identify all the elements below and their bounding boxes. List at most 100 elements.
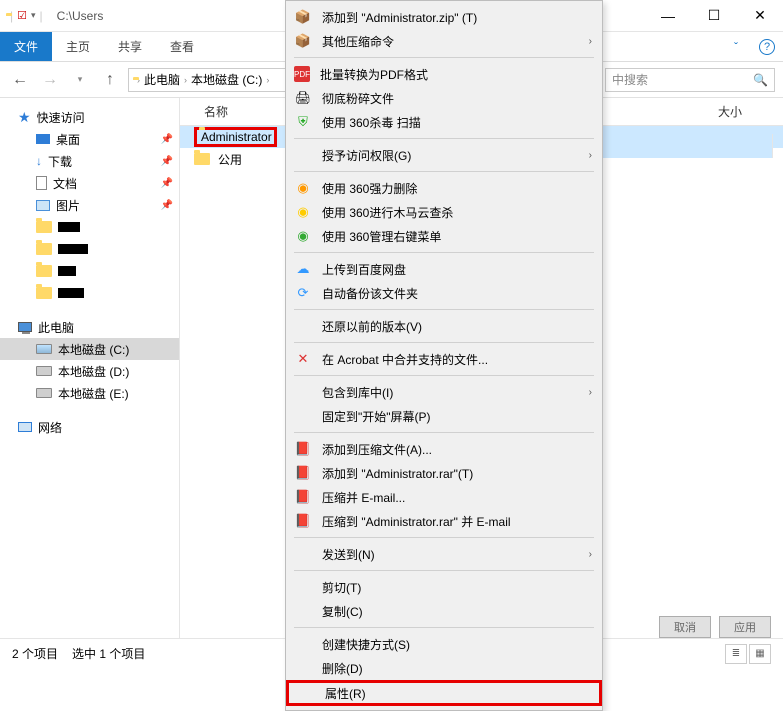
menu-add-to-rar[interactable]: 📕添加到 "Administrator.rar"(T) [286, 461, 602, 485]
menu-pdf-batch[interactable]: PDF批量转换为PDF格式 [286, 62, 602, 86]
hidden-btn-a[interactable]: 取消 [659, 616, 711, 638]
folder-icon [36, 243, 52, 255]
disk-icon [36, 388, 52, 398]
menu-create-shortcut[interactable]: 创建快捷方式(S) [286, 632, 602, 656]
menu-other-compress[interactable]: 📦其他压缩命令› [286, 29, 602, 53]
redacted [58, 244, 88, 254]
chevron-right-icon[interactable]: › [266, 75, 269, 85]
window-controls: — ☐ ✕ [645, 0, 783, 32]
menu-separator [294, 342, 594, 343]
menu-shred[interactable]: 🖨彻底粉碎文件 [286, 86, 602, 110]
tab-file[interactable]: 文件 [0, 32, 52, 61]
sidebar-desktop[interactable]: 桌面📌 [0, 128, 179, 150]
rar-icon: 📕 [294, 488, 312, 506]
menu-360-ctxmgr[interactable]: ◉使用 360管理右键菜单 [286, 224, 602, 248]
sidebar-drive-e[interactable]: 本地磁盘 (E:) [0, 382, 179, 404]
menu-separator [294, 432, 594, 433]
qat-sep2: | [40, 9, 43, 23]
details-view-button[interactable]: ≣ [725, 644, 747, 664]
sidebar-pictures[interactable]: 图片📌 [0, 194, 179, 216]
sidebar-folder[interactable] [0, 282, 179, 304]
menu-cut[interactable]: 剪切(T) [286, 575, 602, 599]
download-icon: ↓ [36, 154, 42, 168]
context-menu: 📦添加到 "Administrator.zip" (T) 📦其他压缩命令› PD… [285, 0, 603, 711]
menu-separator [294, 171, 594, 172]
acrobat-icon: ✕ [294, 350, 312, 368]
360-icon: ◉ [294, 179, 312, 197]
menu-include-library[interactable]: 包含到库中(I)› [286, 380, 602, 404]
chevron-right-icon[interactable]: › [184, 75, 187, 85]
minimize-button[interactable]: — [645, 0, 691, 32]
menu-restore-versions[interactable]: 还原以前的版本(V) [286, 314, 602, 338]
redacted [58, 222, 80, 232]
menu-add-to-archive[interactable]: 📕添加到压缩文件(A)... [286, 437, 602, 461]
search-icon[interactable]: 🔍 [753, 73, 768, 87]
sidebar-drive-d[interactable]: 本地磁盘 (D:) [0, 360, 179, 382]
maximize-button[interactable]: ☐ [691, 0, 737, 32]
menu-pin-to-start[interactable]: 固定到"开始"屏幕(P) [286, 404, 602, 428]
360-icon: ◉ [294, 203, 312, 221]
forward-button[interactable]: → [38, 68, 62, 92]
menu-copy[interactable]: 复制(C) [286, 599, 602, 623]
crumb-thispc[interactable]: 此电脑 [144, 71, 180, 88]
folder-icon [194, 153, 210, 165]
tab-share[interactable]: 共享 [104, 32, 156, 61]
nav-sidebar: ★快速访问 桌面📌 ↓下载📌 文档📌 图片📌 此电脑 本地磁盘 (C:) 本地磁… [0, 98, 180, 652]
menu-360-trojan[interactable]: ◉使用 360进行木马云查杀 [286, 200, 602, 224]
sidebar-folder[interactable] [0, 216, 179, 238]
tab-view[interactable]: 查看 [156, 32, 208, 61]
sidebar-this-pc[interactable]: 此电脑 [0, 316, 179, 338]
sidebar-drive-c[interactable]: 本地磁盘 (C:) [0, 338, 179, 360]
menu-auto-backup[interactable]: ⟳自动备份该文件夹 [286, 281, 602, 305]
menu-360-scan[interactable]: ⛨使用 360杀毒 扫描 [286, 110, 602, 134]
ribbon-expand-icon[interactable]: ˇ [721, 32, 751, 61]
menu-separator [294, 537, 594, 538]
crumb-drive[interactable]: 本地磁盘 (C:) [191, 71, 262, 88]
search-box[interactable]: 中搜索 🔍 [605, 68, 775, 92]
icons-view-button[interactable]: ▦ [749, 644, 771, 664]
folder-icon [36, 287, 52, 299]
sidebar-downloads[interactable]: ↓下载📌 [0, 150, 179, 172]
menu-add-to-zip[interactable]: 📦添加到 "Administrator.zip" (T) [286, 5, 602, 29]
menu-acrobat-combine[interactable]: ✕在 Acrobat 中合并支持的文件... [286, 347, 602, 371]
sidebar-folder[interactable] [0, 260, 179, 282]
sidebar-network[interactable]: 网络 [0, 416, 179, 438]
history-dropdown-icon[interactable]: ▾ [68, 68, 92, 92]
hidden-btn-b[interactable]: 应用 [719, 616, 771, 638]
pin-icon: 📌 [161, 200, 173, 211]
menu-send-to[interactable]: 发送到(N)› [286, 542, 602, 566]
menu-delete[interactable]: 删除(D) [286, 656, 602, 680]
archive-icon: 📦 [294, 8, 312, 26]
sidebar-documents[interactable]: 文档📌 [0, 172, 179, 194]
folder-icon [36, 221, 52, 233]
tab-home[interactable]: 主页 [52, 32, 104, 61]
rar-icon: 📕 [294, 440, 312, 458]
menu-360-force-delete[interactable]: ◉使用 360强力删除 [286, 176, 602, 200]
sidebar-quick-access[interactable]: ★快速访问 [0, 106, 179, 128]
backup-icon: ⟳ [294, 284, 312, 302]
help-icon[interactable]: ? [759, 39, 775, 55]
folder-icon [36, 265, 52, 277]
pin-icon: 📌 [161, 156, 173, 167]
back-button[interactable]: ← [8, 68, 32, 92]
close-button[interactable]: ✕ [737, 0, 783, 32]
col-size[interactable]: 大小 [708, 103, 783, 120]
submenu-arrow-icon: › [589, 387, 592, 398]
desktop-icon [36, 134, 50, 144]
qat-dropdown-icon[interactable]: ▾ [31, 10, 36, 21]
menu-baidu-upload[interactable]: ☁上传到百度网盘 [286, 257, 602, 281]
menu-separator [294, 57, 594, 58]
disk-icon [36, 344, 52, 354]
submenu-arrow-icon: › [589, 150, 592, 161]
cloud-icon: ☁ [294, 260, 312, 278]
menu-compress-rar-email[interactable]: 📕压缩到 "Administrator.rar" 并 E-mail [286, 509, 602, 533]
sidebar-folder[interactable] [0, 238, 179, 260]
qat: | ☑ ▾ | [0, 9, 49, 23]
up-button[interactable]: ↑ [98, 68, 122, 92]
qat-check-icon[interactable]: ☑ [17, 9, 27, 22]
menu-properties[interactable]: 属性(R) [286, 680, 602, 706]
menu-grant-access[interactable]: 授予访问权限(G)› [286, 143, 602, 167]
selection-count: 选中 1 个项目 [72, 645, 145, 662]
document-icon [36, 176, 47, 190]
menu-compress-email[interactable]: 📕压缩并 E-mail... [286, 485, 602, 509]
